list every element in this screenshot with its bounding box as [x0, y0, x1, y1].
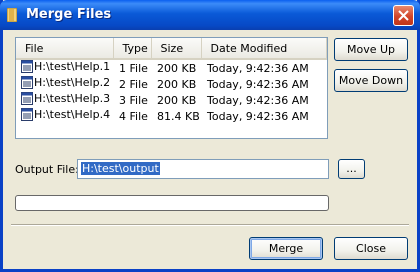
output-file-label: Output File:: [15, 163, 79, 176]
file-row[interactable]: H:\test\Help.4 4 File 81.4 KB Today, 9:4…: [16, 108, 327, 124]
file-row[interactable]: H:\test\Help.2 2 File 200 KB Today, 9:42…: [16, 76, 327, 92]
browse-button[interactable]: ...: [338, 159, 365, 179]
file-icon: [21, 108, 33, 124]
move-down-button[interactable]: Move Down: [334, 69, 408, 92]
file-icon: [21, 76, 33, 92]
window-close-button[interactable]: [393, 5, 414, 26]
output-file-value: H:\test\output: [81, 162, 160, 175]
file-date: Today, 9:42:36 AM: [207, 109, 309, 123]
merge-files-dialog: Merge Files File Type Size Date Modified: [0, 0, 420, 272]
file-type: 3 File: [119, 93, 148, 107]
merge-progress-bar: [15, 195, 329, 211]
file-name: H:\test\Help.3: [34, 92, 111, 105]
file-name: H:\test\Help.4: [34, 108, 111, 121]
file-type: 4 File: [119, 109, 148, 123]
column-header-type[interactable]: Type: [113, 38, 152, 60]
file-type: 1 File: [119, 61, 148, 75]
column-header-date[interactable]: Date Modified: [201, 38, 327, 60]
file-row[interactable]: H:\test\Help.3 3 File 200 KB Today, 9:42…: [16, 92, 327, 108]
file-type: 2 File: [119, 77, 148, 91]
file-list[interactable]: File Type Size Date Modified H:\test\Hel…: [15, 37, 328, 139]
file-date: Today, 9:42:36 AM: [207, 93, 309, 107]
merge-button[interactable]: Merge: [249, 237, 323, 260]
column-header-file[interactable]: File: [16, 38, 114, 60]
divider: [11, 224, 409, 226]
file-date: Today, 9:42:36 AM: [207, 77, 309, 91]
file-name: H:\test\Help.2: [34, 76, 111, 89]
window-title: Merge Files: [26, 7, 112, 22]
file-row[interactable]: H:\test\Help.1 1 File 200 KB Today, 9:42…: [16, 59, 327, 76]
file-size: 200 KB: [157, 61, 197, 75]
title-bar[interactable]: Merge Files: [0, 0, 420, 30]
file-name: H:\test\Help.1: [34, 60, 111, 73]
file-icon: [21, 60, 33, 76]
file-icon: [21, 92, 33, 108]
move-up-button[interactable]: Move Up: [334, 38, 408, 61]
file-date: Today, 9:42:36 AM: [207, 61, 309, 75]
output-file-input[interactable]: H:\test\output: [77, 159, 329, 179]
file-size: 81.4 KB: [157, 109, 200, 123]
close-button[interactable]: Close: [334, 237, 408, 260]
column-header-size[interactable]: Size: [151, 38, 202, 60]
file-size: 200 KB: [157, 93, 197, 107]
close-icon: [398, 10, 409, 21]
file-size: 200 KB: [157, 77, 197, 91]
folder-icon: [6, 7, 18, 23]
